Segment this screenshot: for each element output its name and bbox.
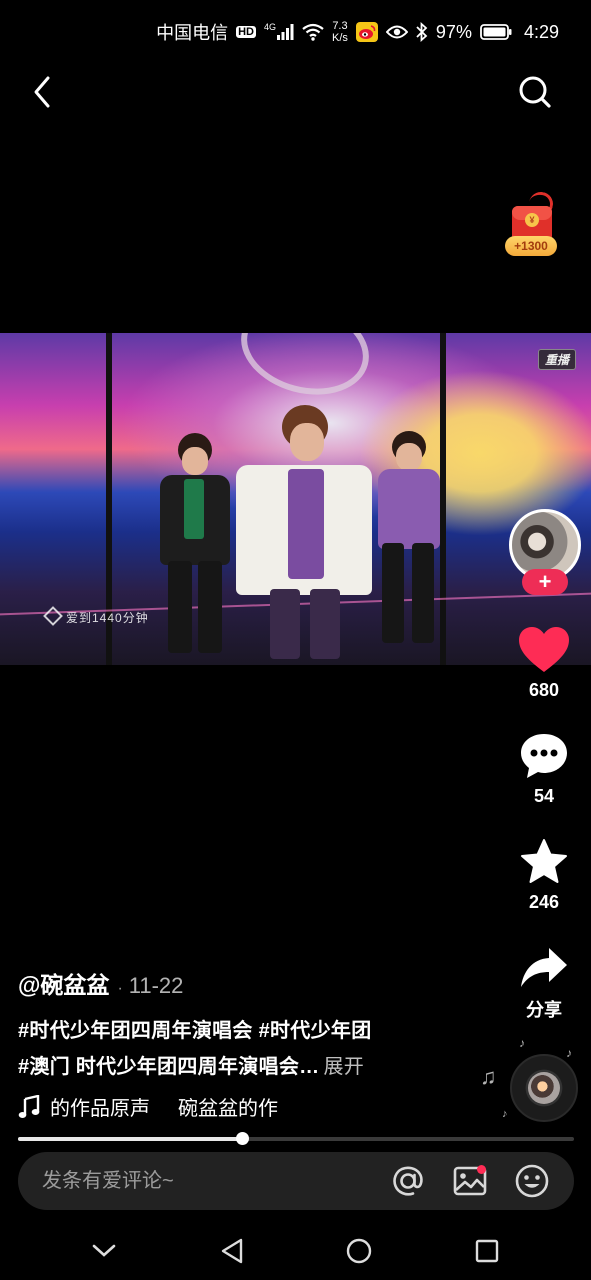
floating-note-icon: ♪ [519, 1036, 525, 1050]
author-line: @碗盆盆 · 11-22 [18, 966, 183, 1000]
chevron-down-icon [92, 1244, 116, 1257]
floating-note-icon: ♪ [502, 1108, 508, 1120]
network-speed: 7.3 K/s [332, 20, 348, 44]
post-date: 11-22 [128, 973, 184, 998]
weibo-icon [355, 22, 378, 42]
music-text-2: 碗盆盆的作 [178, 1098, 278, 1120]
search-button[interactable] [517, 72, 553, 112]
playback-progress-bar[interactable] [18, 1132, 574, 1145]
carrier-label: 中国电信 [156, 23, 229, 43]
speed-value: 7.3 [332, 20, 348, 32]
comment-icon [521, 734, 567, 778]
comment-button[interactable]: 54 [504, 732, 584, 807]
red-packet-amount: +1300 [505, 236, 557, 256]
caption-line-1[interactable]: #时代少年团四周年演唱会 #时代少年团 [18, 1014, 372, 1043]
comment-bar [18, 1152, 574, 1210]
nav-recents-icon [475, 1239, 499, 1263]
battery-icon [480, 24, 512, 40]
favorite-count: 246 [528, 892, 560, 912]
expand-button[interactable]: 展开 [323, 1056, 364, 1078]
at-icon [393, 1166, 423, 1196]
nav-recents-button[interactable] [467, 1231, 507, 1271]
share-button[interactable]: 分享 [504, 946, 584, 1022]
progress-fill [18, 1137, 242, 1141]
music-disc[interactable] [510, 1054, 578, 1122]
star-icon [521, 839, 567, 883]
performer-right [370, 431, 450, 651]
network-label: 4G [264, 22, 277, 32]
mention-button[interactable] [388, 1161, 428, 1201]
clock: 4:29 [523, 21, 559, 42]
replay-tag: 重播 [537, 349, 576, 370]
emoji-icon [515, 1164, 549, 1198]
video-feed-screen: 中国电信 HD 4G 7.3 K/s 97% 4:29 ¥ +1300 重播 爱… [0, 0, 591, 1280]
like-count: 680 [528, 680, 560, 700]
battery-percent: 97% [435, 21, 472, 42]
red-packet-reward[interactable]: ¥ +1300 [505, 190, 557, 258]
caption-text-2: #澳门 时代少年团四周年演唱会… [18, 1056, 320, 1078]
separator-dot: · [117, 980, 123, 997]
stage-ring-prop [230, 333, 380, 409]
channel-watermark: 爱到1440分钟 [66, 611, 149, 625]
search-icon [519, 76, 551, 108]
image-picker-button[interactable] [450, 1161, 490, 1201]
coin-icon: ¥ [525, 213, 539, 227]
signal-icon: 4G [264, 22, 294, 40]
caption-line-2[interactable]: #澳门 时代少年团四周年演唱会… 展开 [18, 1050, 364, 1079]
eye-icon [385, 25, 408, 39]
status-bar: 中国电信 HD 4G 7.3 K/s 97% 4:29 [0, 0, 591, 64]
music-cover-thumbnail [528, 1072, 560, 1104]
back-button[interactable] [26, 72, 62, 112]
floating-note-icon: ♫ [480, 1064, 497, 1089]
nav-back-button[interactable] [212, 1231, 252, 1271]
nav-collapse-button[interactable] [84, 1231, 124, 1271]
progress-thumb[interactable] [235, 1132, 249, 1145]
bluetooth-icon [416, 22, 428, 42]
video-player[interactable]: 重播 爱到1440分钟 [0, 333, 591, 665]
floating-note-icon: ♪ [566, 1046, 572, 1060]
wifi-icon [302, 23, 324, 41]
comment-input[interactable] [18, 1169, 388, 1193]
music-text-1: 的作品原声 [50, 1098, 150, 1120]
nav-back-icon [221, 1238, 242, 1264]
music-track-marquee: 的作品原声 碗盆盆的作 [50, 1092, 320, 1121]
share-arrow-icon [521, 948, 567, 987]
hd-badge: HD [236, 26, 256, 38]
chevron-left-icon [34, 76, 50, 108]
speed-unit: K/s [332, 32, 348, 44]
comment-count: 54 [533, 786, 555, 806]
emoji-button[interactable] [512, 1161, 552, 1201]
music-info[interactable]: 的作品原声 碗盆盆的作 [18, 1092, 320, 1121]
author-name[interactable]: @碗盆盆 [18, 972, 109, 998]
favorite-button[interactable]: 246 [504, 838, 584, 913]
creator-avatar-group: + [509, 509, 581, 599]
follow-button[interactable]: + [522, 569, 568, 595]
nav-home-icon [347, 1238, 372, 1264]
share-label: 分享 [526, 1000, 562, 1020]
nav-home-button[interactable] [339, 1231, 379, 1271]
music-note-icon [18, 1094, 40, 1118]
notification-dot [477, 1165, 486, 1174]
like-button[interactable]: 680 [504, 626, 584, 701]
performer-left [150, 433, 240, 663]
heart-icon [519, 627, 569, 672]
system-nav-bar [0, 1222, 591, 1280]
performer-center [230, 405, 380, 665]
